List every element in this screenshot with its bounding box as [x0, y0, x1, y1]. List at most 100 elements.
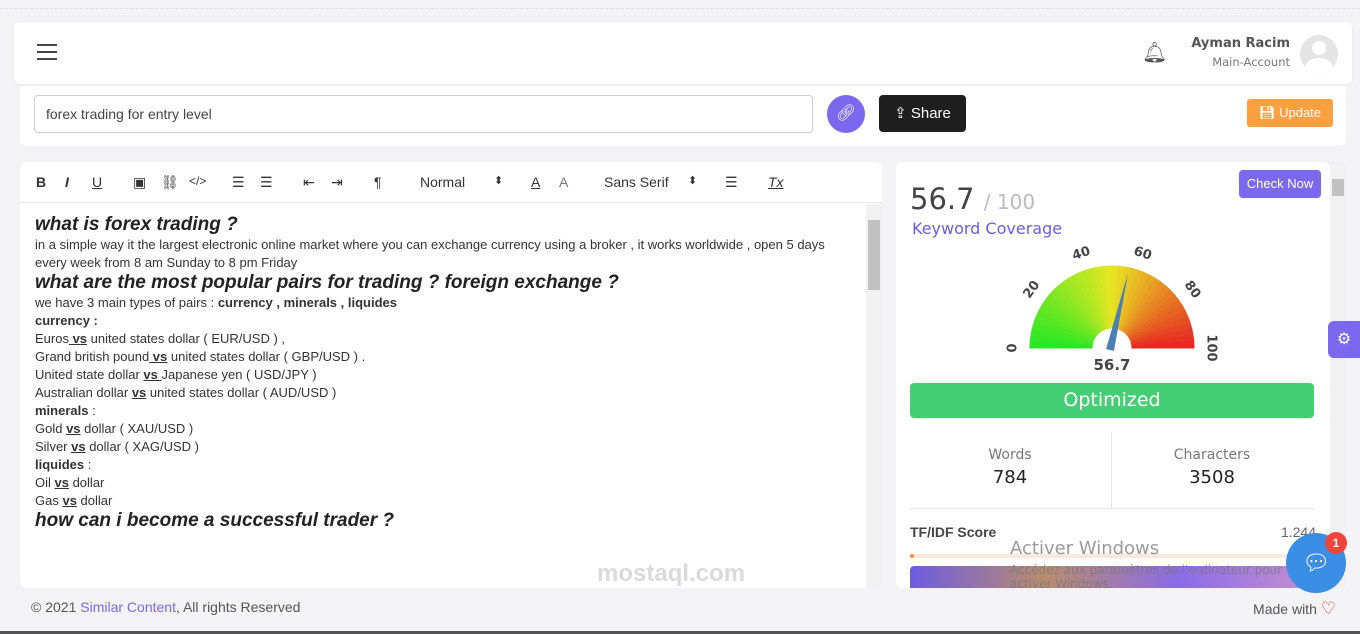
text-color-icon[interactable]: A — [531, 174, 540, 190]
select-arrow-icon[interactable]: ⬍ — [688, 174, 697, 187]
list-line: Euros vs united states dollar ( EUR/USD … — [35, 330, 851, 348]
text: dollar ( XAG/USD ) — [85, 439, 200, 454]
text: dollar — [68, 475, 105, 490]
account-type: Main-Account — [1212, 55, 1290, 69]
code-icon[interactable]: </> — [189, 174, 206, 188]
settings-gear-icon[interactable]: ⚙ — [1328, 321, 1360, 358]
list-line: Gold vs dollar ( XAU/USD ) — [35, 420, 851, 438]
underline-button[interactable]: U — [92, 174, 102, 190]
tfidf-label: TF/IDF Score — [910, 524, 997, 540]
rtl-icon[interactable]: ¶ — [374, 174, 382, 190]
indent-icon[interactable]: ⇥ — [331, 174, 343, 191]
menu-icon[interactable] — [37, 44, 57, 60]
text: : — [84, 457, 92, 472]
keyword-input[interactable] — [34, 95, 813, 133]
outdent-icon[interactable]: ⇤ — [303, 174, 315, 191]
paragraph: we have 3 main types of pairs : currency… — [35, 294, 851, 312]
gauge-value-label: 56.7 — [1093, 356, 1130, 374]
editor-toolbar: B I U ▣ ⛓ </> ☰ ☰ ⇤ ⇥ ¶ Normal ⬍ A A San… — [20, 162, 882, 203]
text: united states dollar ( AUD/USD ) — [146, 385, 337, 400]
editor-content[interactable]: what is forex trading ? in a simple way … — [20, 204, 866, 588]
text: united states dollar ( GBP/USD ) . — [167, 349, 366, 364]
paragraph: currency : — [35, 312, 851, 330]
keyword-bar: 🔗︎ ⇪ Share 💾︎ Update — [20, 86, 1346, 146]
align-icon[interactable]: ☰ — [725, 174, 738, 191]
vs-text: vs — [143, 367, 162, 382]
header: 🔔︎ Ayman Racim Main-Account — [14, 22, 1352, 84]
text: minerals — [35, 403, 89, 418]
list-line: United state dollar vs Japanese yen ( US… — [35, 366, 851, 384]
font-select[interactable]: Sans Serif — [604, 174, 669, 190]
user-info[interactable]: Ayman Racim Main-Account — [1191, 36, 1290, 70]
vs-text: vs — [68, 331, 88, 346]
clear-format-icon[interactable]: Tx — [768, 174, 784, 190]
words-value: 784 — [992, 467, 1028, 488]
text: dollar ( XAU/USD ) — [80, 421, 194, 436]
top-divider — [0, 8, 1360, 9]
vs-text: vs — [71, 439, 86, 454]
text: United state dollar — [35, 367, 144, 382]
windows-activation-overlay: Activer Windows Accédez aux paramètres de… — [1010, 538, 1310, 591]
background-color-icon[interactable]: A — [559, 174, 568, 190]
list-line: Australian dollar vs united states dolla… — [35, 384, 851, 402]
heading: what are the most popular pairs for trad… — [35, 272, 619, 293]
vs-text: vs — [54, 475, 69, 490]
text: united states dollar ( EUR/USD ) , — [87, 331, 286, 346]
vs-text: vs — [66, 421, 81, 436]
heading: what is forex trading ? — [35, 214, 238, 235]
link-icon[interactable]: 🔗︎ — [827, 95, 865, 133]
bold-button[interactable]: B — [36, 174, 46, 190]
made-with: Made with ♡ — [1253, 599, 1336, 619]
italic-button[interactable]: I — [65, 174, 69, 190]
panel-scrollbar[interactable] — [1330, 162, 1346, 588]
status-badge: Optimized — [910, 383, 1314, 418]
text: Euros — [35, 331, 69, 346]
share-button[interactable]: ⇪ Share — [879, 95, 966, 132]
list-line: Silver vs dollar ( XAG/USD ) — [35, 438, 851, 456]
words-label: Words — [988, 447, 1032, 463]
text: : — [88, 403, 96, 418]
heart-icon: ♡ — [1320, 599, 1336, 618]
ordered-list-icon[interactable]: ☰ — [232, 174, 245, 191]
characters-value: 3508 — [1189, 467, 1235, 488]
brand-link[interactable]: Similar Content — [80, 599, 176, 615]
list-line: Grand british pound vs united states dol… — [35, 348, 851, 366]
heading: how can i become a successful trader ? — [35, 510, 395, 531]
gauge-tick-label: 20 — [1021, 278, 1044, 301]
paragraph: liquides : — [35, 456, 851, 474]
gauge-tick-label: 40 — [1070, 244, 1092, 264]
text: Activer Windows — [1010, 538, 1160, 559]
paragraph: in a simple way it the largest electroni… — [35, 237, 825, 270]
gauge-tick-label: 0 — [1006, 343, 1021, 352]
gauge-tick-label: 80 — [1181, 278, 1204, 301]
editor-scrollbar[interactable] — [866, 204, 882, 588]
text: Oil — [35, 475, 55, 490]
list-line: Oil vs dollar — [35, 474, 851, 492]
characters-stat: Characters 3508 — [1112, 447, 1312, 488]
save-icon: 💾︎ — [1258, 105, 1280, 120]
chat-badge: 1 — [1325, 532, 1347, 554]
bullet-list-icon[interactable]: ☰ — [260, 174, 273, 191]
update-button[interactable]: 💾︎ Update — [1247, 99, 1333, 127]
footer-copyright: © 2021 Similar Content, All rights Reser… — [31, 599, 300, 615]
select-arrow-icon[interactable]: ⬍ — [494, 174, 503, 187]
gauge: 0 20 40 60 80 100 56.7 — [1006, 244, 1219, 374]
image-icon[interactable]: ▣ — [133, 174, 146, 191]
link-icon[interactable]: ⛓ — [161, 174, 179, 191]
avatar[interactable] — [1300, 35, 1338, 73]
text: © 2021 — [31, 599, 81, 615]
bell-icon[interactable]: 🔔︎ — [1142, 40, 1167, 65]
text: Gas — [35, 493, 63, 508]
editor: B I U ▣ ⛓ </> ☰ ☰ ⇤ ⇥ ¶ Normal ⬍ A A San… — [20, 162, 882, 588]
gauge-tick-label: 60 — [1132, 244, 1154, 264]
watermark: mostaql.com — [597, 560, 746, 587]
list-line: Gas vs dollar — [35, 492, 851, 510]
text: we have 3 main types of pairs : — [35, 295, 218, 310]
user-name: Ayman Racim — [1191, 36, 1290, 51]
text: Made with — [1253, 601, 1317, 617]
words-stat: Words 784 — [910, 447, 1110, 488]
vs-text: vs — [131, 385, 147, 400]
paragraph: minerals : — [35, 402, 851, 420]
gauge-tick-label: 100 — [1204, 334, 1219, 361]
header-select[interactable]: Normal — [420, 174, 465, 190]
